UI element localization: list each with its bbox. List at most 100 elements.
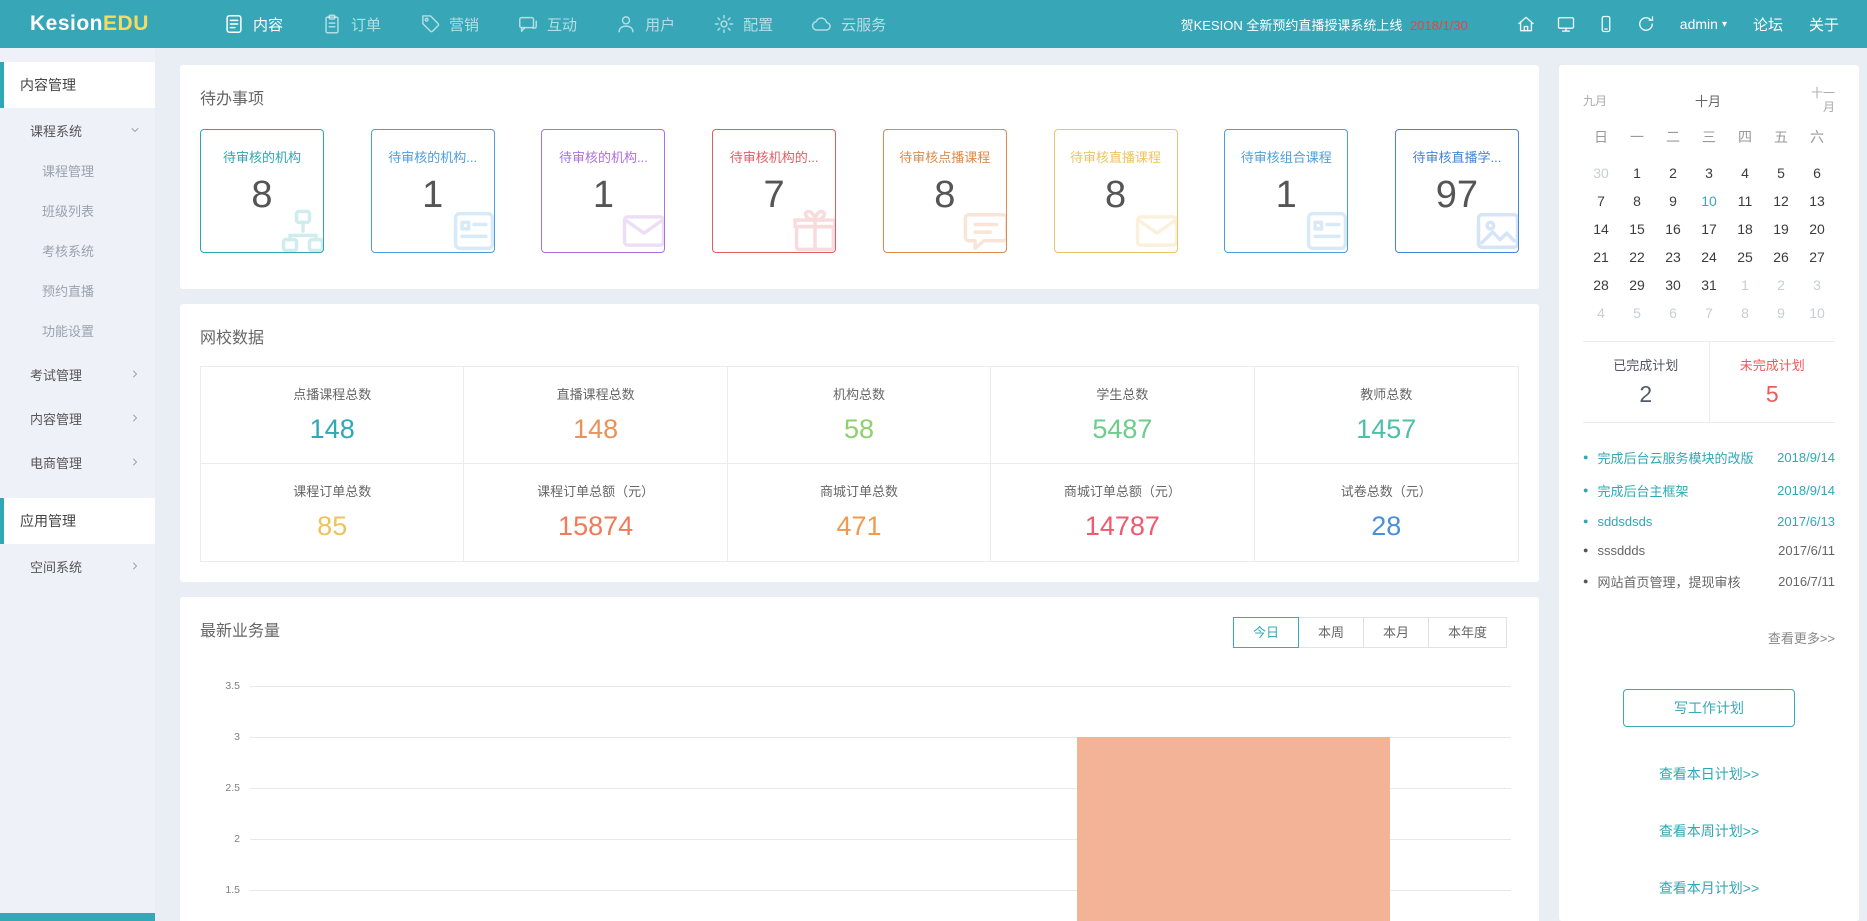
sidebar-item-考试管理[interactable]: 考试管理 — [0, 352, 155, 396]
calendar-day[interactable]: 6 — [1799, 159, 1835, 187]
nav-item-配置[interactable]: 配置 — [713, 13, 773, 35]
calendar-day[interactable]: 16 — [1655, 215, 1691, 243]
done-plans-count: 2 — [1583, 381, 1709, 408]
todo-card[interactable]: 待审核的机构...1 — [371, 129, 495, 253]
calendar-prev-month[interactable]: 九月 — [1583, 92, 1607, 109]
calendar-day[interactable]: 25 — [1727, 243, 1763, 271]
calendar-day[interactable]: 6 — [1655, 299, 1691, 327]
calendar-day[interactable]: 4 — [1583, 299, 1619, 327]
calendar-day[interactable]: 9 — [1655, 187, 1691, 215]
sidebar-subitem-考核系统[interactable]: 考核系统 — [0, 232, 155, 272]
calendar-day[interactable]: 4 — [1727, 159, 1763, 187]
task-item[interactable]: ●完成后台云服务模块的改版2018/9/14 — [1583, 441, 1835, 474]
admin-user-menu[interactable]: admin ▾ — [1680, 16, 1727, 32]
task-item[interactable]: ●完成后台主框架2018/9/14 — [1583, 474, 1835, 507]
calendar-day[interactable]: 11 — [1727, 187, 1763, 215]
app-logo[interactable]: KesionEDU — [30, 12, 195, 36]
nav-item-营销[interactable]: 营销 — [419, 13, 479, 35]
calendar-day[interactable]: 31 — [1691, 271, 1727, 299]
sidebar-subitem-预约直播[interactable]: 预约直播 — [0, 272, 155, 312]
todo-card[interactable]: 待审核点播课程8 — [883, 129, 1007, 253]
calendar-day-today[interactable]: 10 — [1691, 187, 1727, 215]
calendar-day[interactable]: 14 — [1583, 215, 1619, 243]
calendar-day[interactable]: 1 — [1727, 271, 1763, 299]
calendar-day[interactable]: 17 — [1691, 215, 1727, 243]
chart-tab-本周[interactable]: 本周 — [1298, 617, 1364, 648]
refresh-icon[interactable] — [1636, 14, 1656, 34]
sidebar-subitem-功能设置[interactable]: 功能设置 — [0, 312, 155, 352]
sidebar-subitem-课程管理[interactable]: 课程管理 — [0, 152, 155, 192]
nav-item-互动[interactable]: 互动 — [517, 13, 577, 35]
calendar-day[interactable]: 7 — [1583, 187, 1619, 215]
calendar-day[interactable]: 8 — [1727, 299, 1763, 327]
calendar-day[interactable]: 19 — [1763, 215, 1799, 243]
write-plan-button[interactable]: 写工作计划 — [1623, 689, 1795, 727]
calendar-day[interactable]: 10 — [1799, 299, 1835, 327]
todo-card[interactable]: 待审核直播学...97 — [1395, 129, 1519, 253]
todo-card[interactable]: 待审核机构的...7 — [712, 129, 836, 253]
plan-link[interactable]: 查看本周计划>> — [1583, 821, 1835, 841]
calendar-day[interactable]: 30 — [1655, 271, 1691, 299]
sidebar-header-内容管理[interactable]: 内容管理 — [0, 62, 155, 108]
plan-link[interactable]: 查看本日计划>> — [1583, 764, 1835, 784]
chart-tab-本年度[interactable]: 本年度 — [1428, 617, 1507, 648]
calendar-day[interactable]: 21 — [1583, 243, 1619, 271]
sidebar-item-电商管理[interactable]: 电商管理 — [0, 440, 155, 484]
calendar-day[interactable]: 23 — [1655, 243, 1691, 271]
view-more-link[interactable]: 查看更多>> — [1583, 628, 1835, 647]
todo-card[interactable]: 待审核的机构8 — [200, 129, 324, 253]
sidebar-item-空间系统[interactable]: 空间系统 — [0, 544, 155, 588]
monitor-icon[interactable] — [1556, 14, 1576, 34]
calendar-day[interactable]: 3 — [1799, 271, 1835, 299]
calendar-day[interactable]: 7 — [1691, 299, 1727, 327]
sidebar-item-课程系统[interactable]: 课程系统 — [0, 108, 155, 152]
calendar-day[interactable]: 26 — [1763, 243, 1799, 271]
calendar-day[interactable]: 24 — [1691, 243, 1727, 271]
chart-bar — [1077, 737, 1390, 921]
calendar-day[interactable]: 20 — [1799, 215, 1835, 243]
todo-card[interactable]: 待审核的机构...1 — [541, 129, 665, 253]
calendar-day[interactable]: 29 — [1619, 271, 1655, 299]
calendar-day[interactable]: 1 — [1619, 159, 1655, 187]
plan-link[interactable]: 查看本月计划>> — [1583, 878, 1835, 898]
about-link[interactable]: 关于 — [1809, 14, 1839, 35]
chevron-right-icon — [129, 456, 141, 468]
task-item[interactable]: ●sssddds2017/6/11 — [1583, 536, 1835, 565]
chart-tab-今日[interactable]: 今日 — [1233, 617, 1299, 648]
calendar-day[interactable]: 22 — [1619, 243, 1655, 271]
task-item[interactable]: ●网站首页管理，提现审核2016/7/11 — [1583, 565, 1835, 598]
task-date: 2017/6/13 — [1777, 514, 1835, 529]
calendar-next-month[interactable]: 十一月 — [1809, 87, 1835, 115]
forum-link[interactable]: 论坛 — [1753, 14, 1783, 35]
nav-item-云服务[interactable]: 云服务 — [811, 13, 886, 35]
todo-card[interactable]: 待审核组合课程1 — [1224, 129, 1348, 253]
calendar-day[interactable]: 5 — [1763, 159, 1799, 187]
calendar-day[interactable]: 8 — [1619, 187, 1655, 215]
calendar-day[interactable]: 12 — [1763, 187, 1799, 215]
calendar-day[interactable]: 30 — [1583, 159, 1619, 187]
bullet-icon: ● — [1583, 516, 1588, 526]
calendar-day[interactable]: 5 — [1619, 299, 1655, 327]
sidebar-subitem-班级列表[interactable]: 班级列表 — [0, 192, 155, 232]
calendar-day[interactable]: 15 — [1619, 215, 1655, 243]
task-item[interactable]: ●sddsdsds2017/6/13 — [1583, 507, 1835, 536]
calendar-day[interactable]: 27 — [1799, 243, 1835, 271]
todo-card[interactable]: 待审核直播课程8 — [1054, 129, 1178, 253]
calendar-day[interactable]: 3 — [1691, 159, 1727, 187]
calendar-day[interactable]: 13 — [1799, 187, 1835, 215]
calendar-day[interactable]: 2 — [1655, 159, 1691, 187]
nav-item-订单[interactable]: 订单 — [321, 13, 381, 35]
calendar-day[interactable]: 9 — [1763, 299, 1799, 327]
stat-label: 教师总数 — [1255, 384, 1518, 403]
chart-tab-本月[interactable]: 本月 — [1363, 617, 1429, 648]
home-icon[interactable] — [1516, 14, 1536, 34]
calendar-day[interactable]: 18 — [1727, 215, 1763, 243]
calendar-day[interactable]: 28 — [1583, 271, 1619, 299]
stat-label: 点播课程总数 — [201, 384, 463, 403]
nav-item-内容[interactable]: 内容 — [223, 13, 283, 35]
sidebar-header-应用管理[interactable]: 应用管理 — [0, 498, 155, 544]
sidebar-item-内容管理[interactable]: 内容管理 — [0, 396, 155, 440]
mobile-icon[interactable] — [1596, 14, 1616, 34]
nav-item-用户[interactable]: 用户 — [615, 13, 675, 35]
calendar-day[interactable]: 2 — [1763, 271, 1799, 299]
